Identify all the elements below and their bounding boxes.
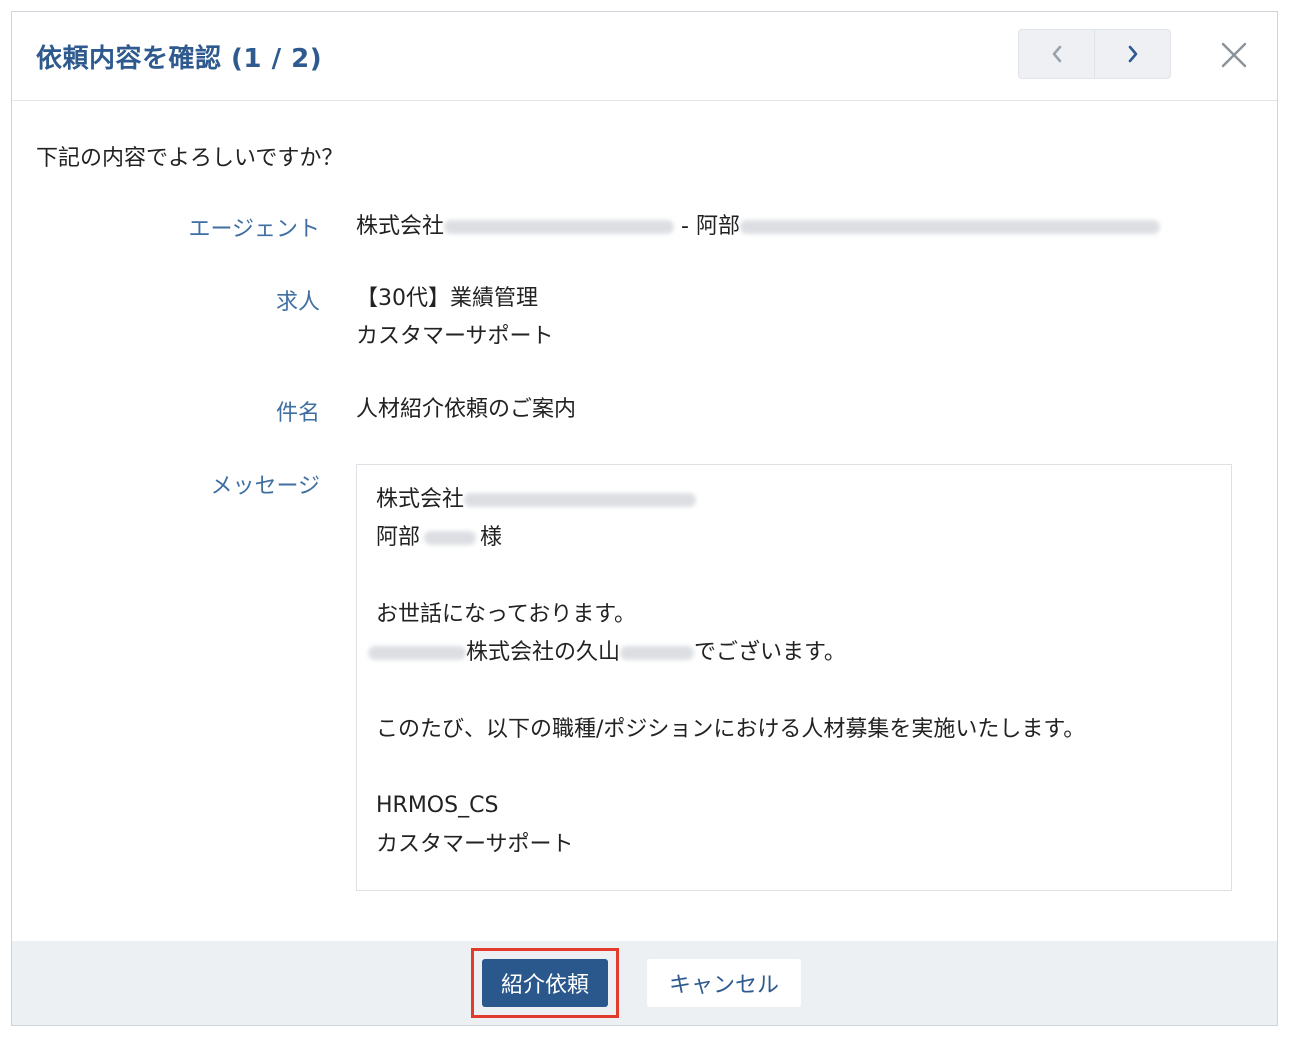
dialog-header: 依頼内容を確認 (1 / 2) [12, 12, 1277, 101]
message-line: カスタマーサポート [376, 831, 574, 857]
job-label: 求人 [275, 290, 320, 315]
message-line [376, 749, 1212, 787]
confirm-dialog: 依頼内容を確認 (1 / 2) 下記の内容でよろしいですか？ エージェント 株式… [11, 11, 1278, 1026]
close-button[interactable] [1216, 37, 1252, 73]
job-category: カスタマーサポート [356, 324, 554, 349]
highlight-box: 紹介依頼 [471, 948, 619, 1018]
redacted-text [620, 646, 695, 661]
redacted-text [739, 220, 1160, 234]
agent-label: エージェント [188, 217, 320, 242]
chevron-right-icon [1128, 45, 1137, 63]
message-line: 株式会社の久山 でございます。 [368, 634, 1212, 672]
message-body: 株式会社 阿部様 お世話になっております。 株式会社の久山 でございます。 このた… [356, 464, 1232, 891]
agent-value: 株式会社 - 阿部 [356, 208, 1160, 246]
cancel-button[interactable]: キャンセル [647, 959, 801, 1007]
submit-request-button[interactable]: 紹介依頼 [482, 959, 608, 1007]
dialog-footer: 紹介依頼 キャンセル [12, 941, 1277, 1025]
close-icon [1221, 42, 1247, 68]
dialog-title: 依頼内容を確認 (1 / 2) [36, 44, 323, 74]
redacted-text [368, 646, 466, 661]
message-line: 阿部様 [376, 525, 503, 551]
message-line [376, 558, 1212, 596]
agent-company-prefix: 株式会社 [356, 214, 445, 239]
pager [1018, 29, 1171, 79]
message-line: 株式会社 [376, 481, 1212, 519]
job-title: 【30代】業績管理 [356, 286, 538, 311]
next-button[interactable] [1094, 30, 1170, 78]
message-line: お世話になっております。 [376, 601, 637, 627]
job-value: 【30代】業績管理 カスタマーサポート [356, 280, 554, 356]
subject-label: 件名 [275, 401, 320, 426]
agent-separator: - 阿部 [674, 214, 740, 239]
message-label: メッセージ [210, 474, 320, 499]
message-line [376, 672, 1212, 710]
message-line: HRMOS_CS [376, 793, 499, 819]
chevron-left-icon [1052, 45, 1061, 63]
message-line: このたび、以下の職種/ポジションにおける人材募集を実施いたします。 [376, 716, 1086, 742]
prev-button[interactable] [1019, 30, 1094, 78]
subject-value: 人材紹介依頼のご案内 [356, 397, 577, 422]
redacted-text [464, 493, 697, 507]
confirm-question: 下記の内容でよろしいですか？ [36, 146, 344, 171]
redacted-text [424, 531, 477, 546]
redacted-text [444, 220, 675, 234]
